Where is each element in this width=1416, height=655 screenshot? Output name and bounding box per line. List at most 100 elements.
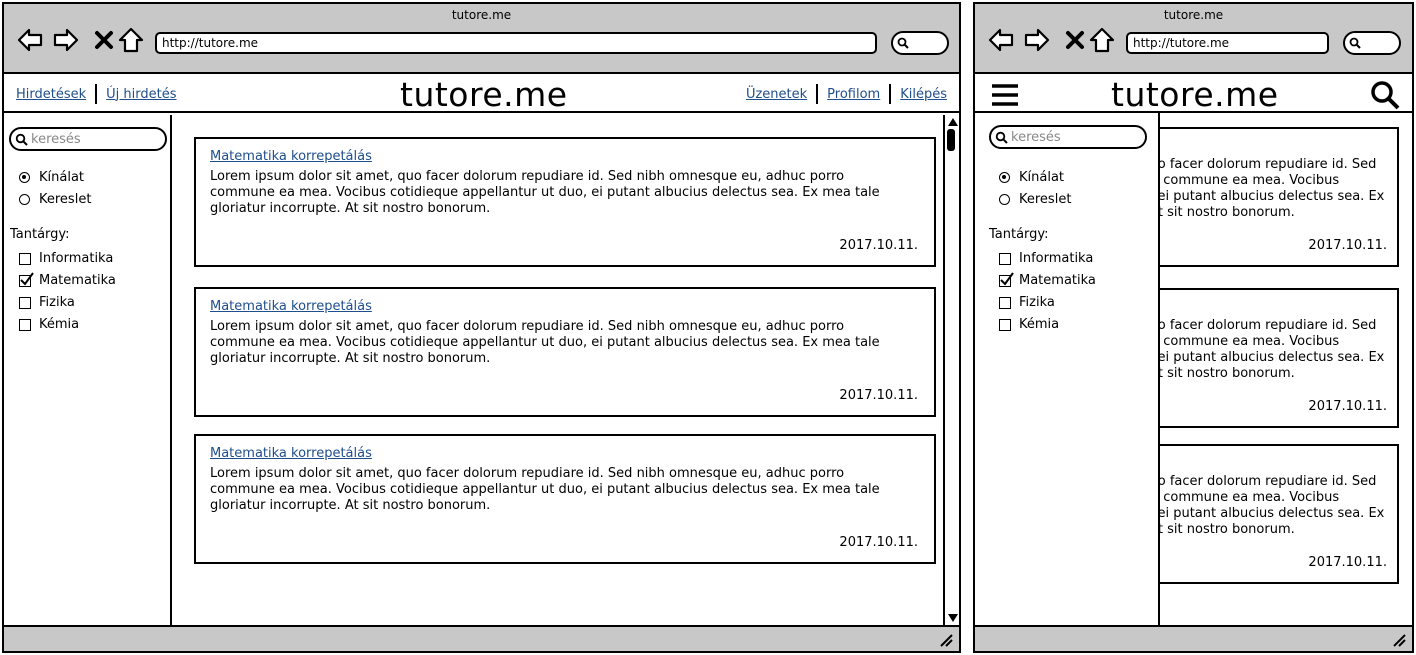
url-bar[interactable]: http://tutore.me <box>155 32 877 54</box>
listing-text-line: e. At sit nostro bonorum. <box>1133 366 1295 381</box>
checkbox-label: Fizika <box>39 295 75 310</box>
browser-search-box[interactable] <box>1343 31 1401 55</box>
url-bar[interactable]: http://tutore.me <box>1126 32 1329 54</box>
nav-link-kilepes[interactable]: Kilépés <box>900 87 947 102</box>
listing-card[interactable]: , quo facer dolorum repudiare id. Sed or… <box>1133 127 1399 267</box>
checkbox-fizika[interactable]: Fizika <box>19 295 75 310</box>
filter-search[interactable] <box>989 125 1147 149</box>
browser-search-box[interactable] <box>891 31 949 55</box>
checkbox-kemia[interactable]: Kémia <box>999 317 1059 332</box>
checkbox-informatika[interactable]: Informatika <box>19 251 113 266</box>
listing-description: , quo facer dolorum repudiare id. Sed or… <box>1133 157 1389 221</box>
listing-text-line: uo, ei putant albucius delectus sea. Ex <box>1133 189 1385 204</box>
listing-title-link[interactable]: Matematika korrepetálás <box>210 446 372 461</box>
listing-date: 2017.10.11. <box>1308 238 1387 253</box>
radio-label: Kereslet <box>1019 192 1072 207</box>
radio-button[interactable] <box>19 172 30 183</box>
home-icon[interactable] <box>1088 26 1116 54</box>
site-logo[interactable]: tutore.me <box>400 75 568 114</box>
radio-kereslet[interactable]: Kereslet <box>999 192 1071 207</box>
checkbox[interactable] <box>999 271 1014 287</box>
site-logo[interactable]: tutore.me <box>1111 75 1279 114</box>
checkbox-informatika[interactable]: Informatika <box>999 251 1093 266</box>
search-input[interactable] <box>1011 128 1131 146</box>
listing-text-line: orro commune ea mea. Vocibus <box>1133 334 1340 349</box>
check-icon <box>20 271 34 286</box>
filter-search[interactable] <box>9 127 167 151</box>
listing-description: Lorem ipsum dolor sit amet, quo facer do… <box>210 466 880 513</box>
listing-text-line: , quo facer dolorum repudiare id. Sed <box>1133 474 1377 489</box>
scroll-up-arrow-icon[interactable] <box>948 118 958 126</box>
filter-drawer: Kínálat Kereslet Tantárgy: Informatika M… <box>975 113 1160 625</box>
listing-text-line: uo, ei putant albucius delectus sea. Ex <box>1133 506 1385 521</box>
search-icon <box>1349 37 1361 49</box>
checkbox[interactable] <box>999 296 1011 309</box>
site-header: tutore.me <box>975 74 1412 114</box>
listing-card[interactable]: Matematika korrepetálás Lorem ipsum dolo… <box>194 287 936 417</box>
scroll-thumb[interactable] <box>947 129 955 151</box>
resize-grip-icon[interactable] <box>1392 633 1406 647</box>
hamburger-menu-icon[interactable] <box>991 82 1019 108</box>
close-icon[interactable] <box>1061 26 1089 54</box>
checkbox-fizika[interactable]: Fizika <box>999 295 1055 310</box>
checkbox[interactable] <box>19 271 34 287</box>
radio-kereslet[interactable]: Kereslet <box>19 192 91 207</box>
checkbox-kemia[interactable]: Kémia <box>19 317 79 332</box>
nav-link-profilom[interactable]: Profilom <box>827 87 880 102</box>
search-icon <box>15 133 28 146</box>
listing-description: Lorem ipsum dolor sit amet, quo facer do… <box>210 169 880 216</box>
arrow-left-icon[interactable] <box>16 26 44 54</box>
listing-text-line: e. At sit nostro bonorum. <box>1133 522 1295 537</box>
scroll-down-arrow-icon[interactable] <box>948 614 958 622</box>
checkbox-matematika[interactable]: Matematika <box>999 271 1096 288</box>
checkbox[interactable] <box>19 296 31 309</box>
nav-link-uj-hirdetes[interactable]: Új hirdetés <box>106 87 176 102</box>
browser-chrome: tutore.me http://tutore.me <box>975 4 1412 74</box>
radio-button[interactable] <box>999 194 1010 205</box>
nav-divider <box>889 84 892 104</box>
listing-date: 2017.10.11. <box>1308 399 1387 414</box>
desktop-browser-window: tutore.me http://tutore.me Hirdetések Új… <box>2 2 961 653</box>
listing-description: Lorem ipsum dolor sit amet, quo facer do… <box>210 319 880 366</box>
home-icon[interactable] <box>117 26 145 54</box>
listing-card[interactable]: , quo facer dolorum repudiare id. Sed or… <box>1133 288 1399 428</box>
listing-title-link[interactable]: Matematika korrepetálás <box>210 149 372 164</box>
listing-text-line: , quo facer dolorum repudiare id. Sed <box>1133 318 1377 333</box>
resize-grip-icon[interactable] <box>939 633 953 647</box>
checkbox[interactable] <box>19 318 31 331</box>
listing-date: 2017.10.11. <box>1308 555 1387 570</box>
listing-text-line: e. At sit nostro bonorum. <box>1133 205 1295 220</box>
vertical-scrollbar[interactable] <box>943 115 959 625</box>
nav-link-hirdetesek[interactable]: Hirdetések <box>16 87 86 102</box>
checkbox[interactable] <box>999 318 1011 331</box>
search-icon <box>897 37 909 49</box>
listing-title-link[interactable]: Matematika korrepetálás <box>210 299 372 314</box>
checkbox-label: Matematika <box>39 273 116 288</box>
window-title: tutore.me <box>451 8 512 22</box>
checkbox-label: Matematika <box>1019 273 1096 288</box>
search-icon[interactable] <box>1370 80 1400 110</box>
radio-button[interactable] <box>999 172 1010 183</box>
arrow-right-icon[interactable] <box>52 26 80 54</box>
listing-card[interactable]: , quo facer dolorum repudiare id. Sed or… <box>1133 444 1399 584</box>
nav-link-uzenetek[interactable]: Üzenetek <box>746 87 807 102</box>
search-input[interactable] <box>31 130 151 148</box>
listing-card[interactable]: Matematika korrepetálás Lorem ipsum dolo… <box>194 137 936 267</box>
arrow-right-icon[interactable] <box>1023 26 1051 54</box>
radio-button[interactable] <box>19 194 30 205</box>
radio-kinalat[interactable]: Kínálat <box>19 170 84 185</box>
radio-label: Kínálat <box>1019 170 1065 185</box>
checkbox[interactable] <box>19 252 31 265</box>
site-header: Hirdetések Új hirdetés tutore.me Üzenete… <box>4 74 959 114</box>
checkbox-label: Kémia <box>39 317 80 332</box>
filter-sidebar: Kínálat Kereslet Tantárgy: Informatika M… <box>4 115 172 625</box>
checkbox-label: Informatika <box>39 251 114 266</box>
nav-divider <box>95 84 98 104</box>
radio-kinalat[interactable]: Kínálat <box>999 170 1064 185</box>
arrow-left-icon[interactable] <box>987 26 1015 54</box>
checkbox[interactable] <box>999 252 1011 265</box>
mobile-browser-window: tutore.me http://tutore.me tutore.me , q… <box>973 2 1414 653</box>
checkbox-matematika[interactable]: Matematika <box>19 271 116 288</box>
close-icon[interactable] <box>90 26 118 54</box>
listing-card[interactable]: Matematika korrepetálás Lorem ipsum dolo… <box>194 434 936 564</box>
